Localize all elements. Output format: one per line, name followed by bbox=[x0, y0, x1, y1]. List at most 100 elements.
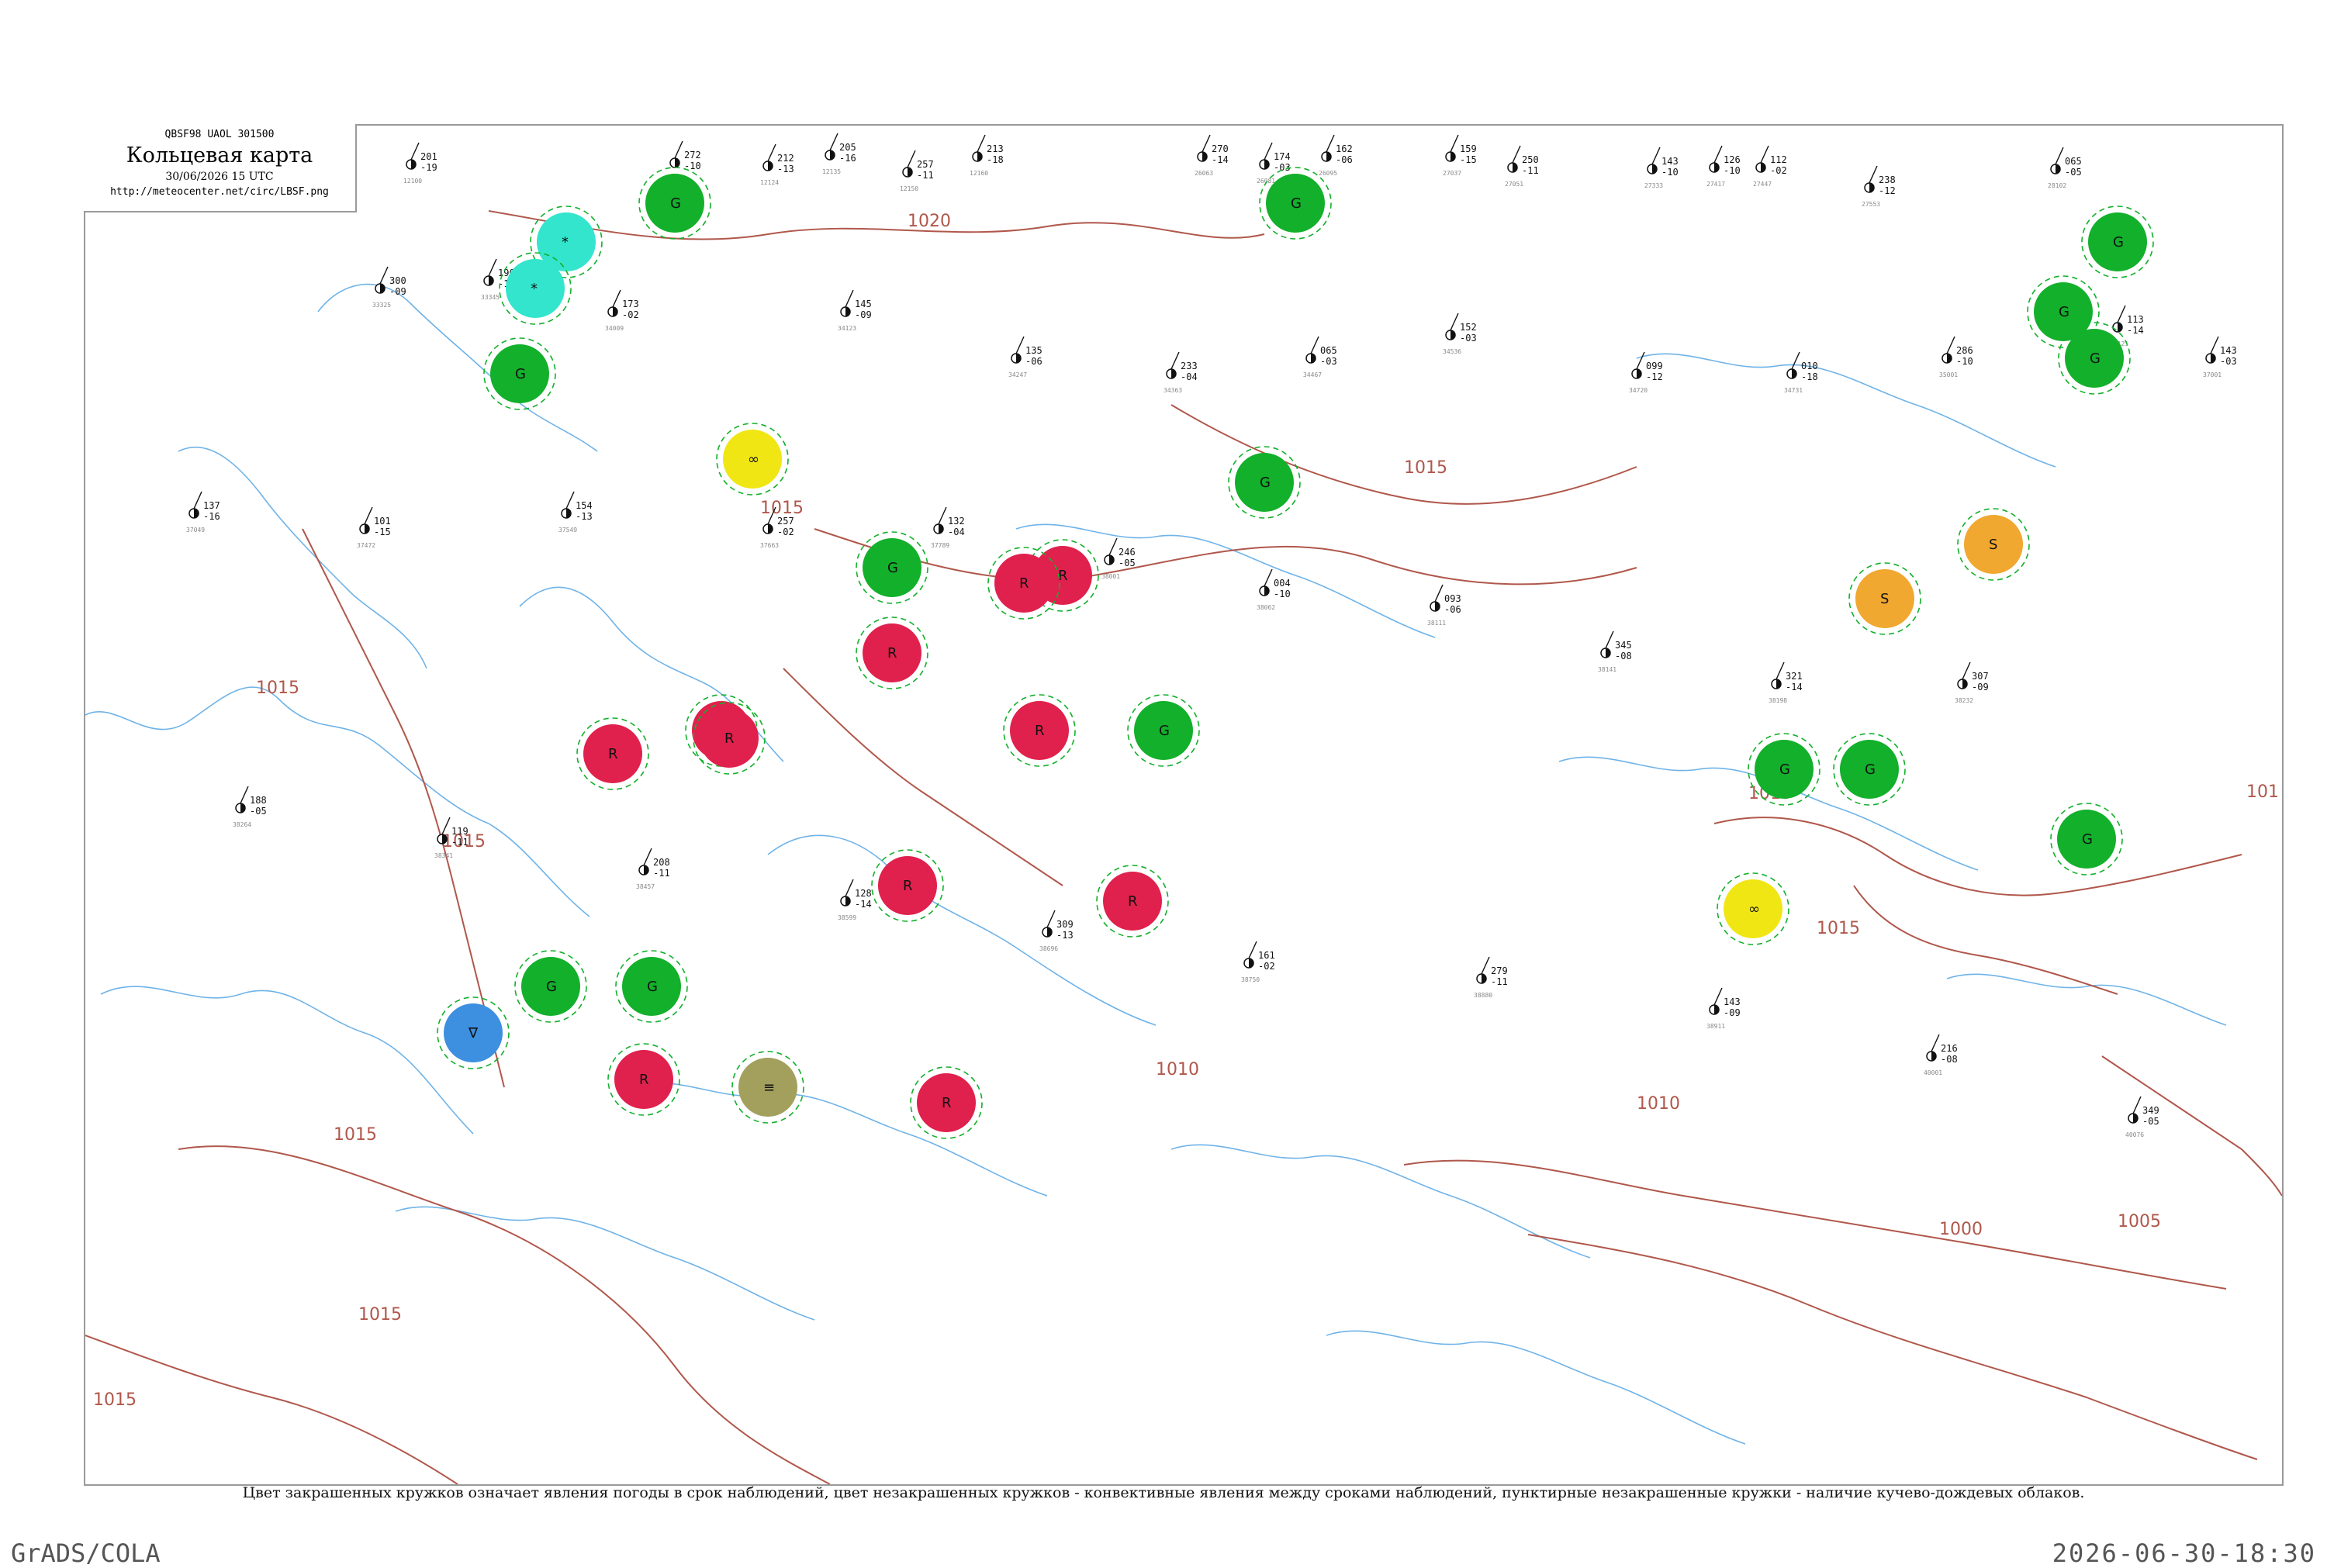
synoptic-map[interactable]: 1020 1015 1015 1015 1015 1015 1015 1015 … bbox=[84, 124, 2284, 1486]
weather-circle-rain[interactable]: G bbox=[1833, 733, 1906, 806]
weather-circle-thunderstorm[interactable]: R bbox=[607, 1043, 680, 1116]
station-plot[interactable]: 250-11 27051 bbox=[1505, 145, 1539, 188]
weather-circle-dust[interactable]: S bbox=[1848, 562, 1921, 635]
weather-circle-thunderstorm[interactable]: R bbox=[856, 616, 928, 689]
station-plot[interactable]: 143-10 27333 bbox=[1644, 147, 1679, 189]
station-plot[interactable]: 216-08 40001 bbox=[1924, 1034, 1958, 1076]
station-plot[interactable]: 201-19 12100 bbox=[403, 142, 437, 185]
station-pressure: 208 bbox=[653, 857, 670, 868]
weather-circle-rain[interactable]: G bbox=[483, 337, 556, 410]
station-plot[interactable]: 307-09 38232 bbox=[1955, 661, 1989, 704]
station-plot[interactable]: 128-14 38599 bbox=[838, 879, 872, 921]
wind-barb bbox=[845, 289, 854, 308]
station-plot[interactable]: 065-05 28102 bbox=[2048, 147, 2082, 189]
weather-circle-rain[interactable]: G bbox=[2050, 803, 2123, 876]
weather-circle-dust[interactable]: S bbox=[1957, 508, 2030, 581]
weather-circle-rain[interactable]: G bbox=[1748, 733, 1820, 806]
station-plot[interactable]: 205-16 12135 bbox=[822, 133, 856, 175]
isobar-label: 1005 bbox=[2118, 1212, 2161, 1231]
station-plot[interactable]: 349-05 40076 bbox=[2125, 1096, 2159, 1138]
weather-circle-rain[interactable]: G bbox=[638, 167, 711, 240]
station-plot[interactable]: 152-03 34536 bbox=[1443, 313, 1477, 355]
station-plot[interactable]: 270-14 26063 bbox=[1195, 134, 1229, 177]
station-plot[interactable]: 279-11 38880 bbox=[1474, 956, 1508, 999]
weather-circle-snow[interactable]: * bbox=[499, 252, 572, 325]
station-tendency: -11 bbox=[1491, 976, 1508, 987]
station-plot[interactable]: 246-05 38001 bbox=[1101, 537, 1136, 580]
weather-circle-haze[interactable]: ∞ bbox=[1717, 872, 1789, 945]
station-plot[interactable]: 145-09 34123 bbox=[838, 289, 872, 332]
wind-barb bbox=[1636, 351, 1645, 370]
station-plot[interactable]: 321-14 38198 bbox=[1769, 661, 1803, 704]
station-plot[interactable]: 213-18 12160 bbox=[970, 134, 1004, 177]
isobar-label: 101 bbox=[2246, 782, 2279, 802]
station-plot[interactable]: 119-11 38341 bbox=[434, 817, 469, 859]
station-plot[interactable]: 238-12 27553 bbox=[1862, 165, 1896, 208]
station-plot[interactable]: 173-02 34009 bbox=[605, 289, 639, 332]
station-plot[interactable]: 208-11 38457 bbox=[636, 848, 670, 890]
weather-circle-rain[interactable]: G bbox=[2081, 205, 2154, 278]
station-plot[interactable]: 286-10 35001 bbox=[1939, 336, 1973, 378]
station-plot[interactable]: 143-03 37001 bbox=[2203, 336, 2237, 378]
station-pressure: 128 bbox=[855, 888, 872, 899]
station-plot[interactable]: 345-08 38141 bbox=[1598, 630, 1632, 673]
station-plot[interactable]: 010-18 34731 bbox=[1784, 351, 1818, 394]
station-index: 27037 bbox=[1443, 170, 1461, 177]
station-plot[interactable]: 126-10 27417 bbox=[1706, 145, 1741, 188]
station-plot[interactable]: 099-12 34720 bbox=[1629, 351, 1663, 394]
station-plot[interactable]: 159-15 27037 bbox=[1443, 134, 1477, 177]
station-plot[interactable]: 212-13 12124 bbox=[760, 143, 794, 186]
station-plot[interactable]: 257-11 12150 bbox=[900, 150, 934, 192]
station-pressure: 309 bbox=[1056, 919, 1074, 930]
weather-circle-thunderstorm[interactable]: R bbox=[1003, 694, 1076, 767]
weather-circle-thunderstorm[interactable]: R bbox=[910, 1066, 983, 1139]
station-plot[interactable]: 065-03 34467 bbox=[1303, 336, 1337, 378]
station-tendency: -14 bbox=[1212, 154, 1229, 165]
station-plot[interactable]: 112-02 27447 bbox=[1753, 145, 1787, 188]
weather-circle-thunderstorm[interactable]: R bbox=[693, 702, 766, 775]
station-plot[interactable]: 300-09 33325 bbox=[372, 266, 406, 309]
station-index: 26095 bbox=[1319, 170, 1337, 177]
wind-barb bbox=[1248, 941, 1257, 959]
weather-circle-thunderstorm[interactable]: R bbox=[1096, 865, 1169, 938]
station-plot[interactable]: 004-10 38062 bbox=[1257, 568, 1291, 611]
map-canvas: 1020 1015 1015 1015 1015 1015 1015 1015 … bbox=[85, 133, 2282, 1484]
weather-circle-rain[interactable]: G bbox=[1127, 694, 1200, 767]
weather-circle-thunderstorm[interactable]: R bbox=[871, 849, 944, 922]
wind-barb bbox=[1946, 336, 1955, 354]
station-plot[interactable]: 143-09 38911 bbox=[1706, 987, 1741, 1030]
weather-circle-rain[interactable]: G bbox=[615, 950, 688, 1023]
station-pressure: 321 bbox=[1786, 671, 1803, 682]
station-index: 12124 bbox=[760, 179, 779, 186]
station-plot[interactable]: 135-06 34247 bbox=[1008, 336, 1042, 378]
weather-circle-fog[interactable]: ≡ bbox=[731, 1051, 804, 1124]
map-url[interactable]: http://meteocenter.net/circ/LBSF.png bbox=[84, 186, 355, 198]
station-plot[interactable]: 137-16 37049 bbox=[186, 491, 220, 534]
station-plot[interactable]: 154-13 37549 bbox=[558, 491, 593, 534]
wind-barb bbox=[1170, 351, 1180, 370]
weather-circle-rain[interactable]: G bbox=[1228, 446, 1301, 519]
weather-circle-rain[interactable]: G bbox=[2058, 322, 2131, 395]
weather-circle-thunderstorm[interactable]: R bbox=[987, 547, 1060, 620]
station-plot[interactable]: 233-04 34363 bbox=[1164, 351, 1198, 394]
weather-circle-rain[interactable]: G bbox=[514, 950, 587, 1023]
station-plot[interactable]: 101-15 37472 bbox=[357, 506, 391, 549]
station-tendency: -14 bbox=[1786, 682, 1803, 692]
station-plot[interactable]: 132-04 37789 bbox=[931, 506, 965, 549]
station-tendency: -09 bbox=[1972, 682, 1989, 692]
wind-barb bbox=[364, 506, 373, 525]
weather-circle-rain[interactable]: G bbox=[856, 531, 928, 604]
station-pressure: 270 bbox=[1212, 143, 1229, 154]
station-plot[interactable]: 161-02 38750 bbox=[1241, 941, 1275, 983]
station-tendency: -04 bbox=[1181, 371, 1198, 382]
station-plot[interactable]: 188-05 38264 bbox=[233, 786, 267, 828]
weather-circle-haze[interactable]: ∞ bbox=[716, 423, 789, 496]
legend-caption: Цвет закрашенных кружков означает явлени… bbox=[242, 1484, 2085, 1501]
station-index: 37549 bbox=[558, 527, 577, 534]
weather-circle-thunderstorm[interactable]: R bbox=[576, 717, 649, 790]
station-plot[interactable]: 093-06 38111 bbox=[1427, 584, 1461, 627]
weather-circle-rain[interactable]: G bbox=[1259, 167, 1332, 240]
station-plot[interactable]: 309-13 38696 bbox=[1039, 910, 1074, 952]
station-plot[interactable]: 162-06 26095 bbox=[1319, 134, 1353, 177]
weather-circle-shower[interactable]: ∇ bbox=[437, 996, 510, 1069]
